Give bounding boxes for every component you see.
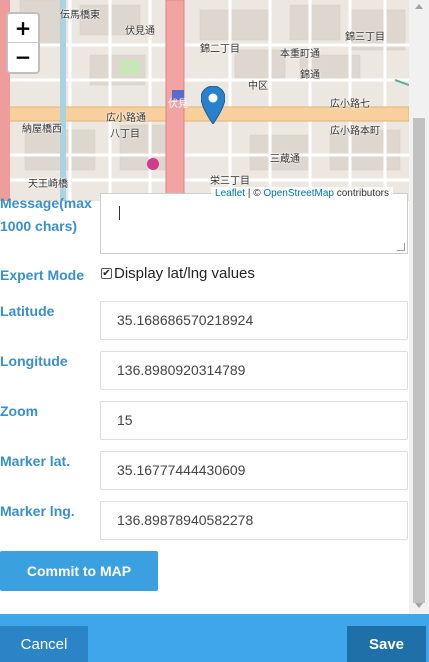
map-label: 天王崎橋: [28, 179, 68, 190]
message-label: Message(max 1000 chars): [0, 195, 92, 234]
map-label: 広小路七: [330, 99, 370, 110]
expert-mode-checkbox-label[interactable]: Display lat/lng values: [114, 265, 255, 282]
zoom-in-button[interactable]: +: [8, 14, 38, 43]
message-textarea[interactable]: [100, 193, 408, 254]
latitude-input[interactable]: 35.168686570218924: [100, 301, 408, 340]
scrollbar[interactable]: [409, 0, 429, 614]
save-button[interactable]: Save: [347, 626, 426, 662]
attribution-separator: | ©: [245, 188, 264, 199]
scroll-down-icon[interactable]: [415, 603, 423, 608]
map-label: 三蔵通: [270, 154, 300, 165]
map-label: 伏見: [168, 99, 188, 110]
map-label: 錦通: [300, 70, 320, 81]
map-view[interactable]: 伝馬橋東 伏見通 錦二丁目 中区 伏見 広小路通 広小路七 錦通 広小路本町 栄…: [0, 0, 409, 201]
osm-link[interactable]: OpenStreetMap: [263, 188, 334, 199]
attribution-tail: contributors: [333, 188, 389, 199]
expert-mode-label: Expert Mode: [0, 267, 85, 283]
map-label: 広小路通: [106, 113, 146, 124]
map-label: 広小路本町: [330, 126, 380, 137]
marker-lat-input[interactable]: 35.16777444430609: [100, 451, 408, 490]
marker-lat-label: Marker lat.: [0, 453, 71, 469]
zoom-control: + −: [6, 12, 40, 74]
zoom-label: Zoom: [0, 403, 39, 419]
longitude-input[interactable]: 136.8980920314789: [100, 351, 408, 390]
marker-lng-label: Marker lng.: [0, 503, 75, 519]
leaflet-link[interactable]: Leaflet: [215, 188, 245, 199]
map-label: 伏見通: [125, 26, 155, 37]
map-label: 納屋橋西: [22, 124, 62, 135]
map-label: 錦二丁目: [200, 44, 240, 55]
zoom-input[interactable]: 15: [100, 401, 408, 440]
longitude-label: Longitude: [0, 353, 68, 369]
map-label: 本重町通: [280, 49, 320, 60]
expert-mode-checkbox[interactable]: ✔: [101, 268, 112, 279]
map-attribution: Leaflet | © OpenStreetMap contributors: [211, 187, 393, 201]
marker-lng-input[interactable]: 136.89878940582278: [100, 501, 408, 540]
latitude-label: Latitude: [0, 303, 55, 319]
commit-to-map-button[interactable]: Commit to MAP: [0, 551, 158, 591]
editor-panel: 伝馬橋東 伏見通 錦二丁目 中区 伏見 広小路通 広小路七 錦通 広小路本町 栄…: [0, 0, 429, 662]
map-label: 八丁目: [110, 129, 140, 140]
map-label: 錦三丁目: [345, 32, 385, 43]
map-label: 栄三丁目: [210, 176, 250, 187]
cancel-button[interactable]: Cancel: [0, 626, 88, 662]
zoom-out-button[interactable]: −: [8, 43, 38, 72]
scrollbar-thumb[interactable]: [413, 118, 425, 603]
scroll-up-icon[interactable]: [415, 4, 423, 9]
map-label: 伝馬橋東: [60, 10, 100, 21]
map-label: 中区: [248, 81, 268, 92]
